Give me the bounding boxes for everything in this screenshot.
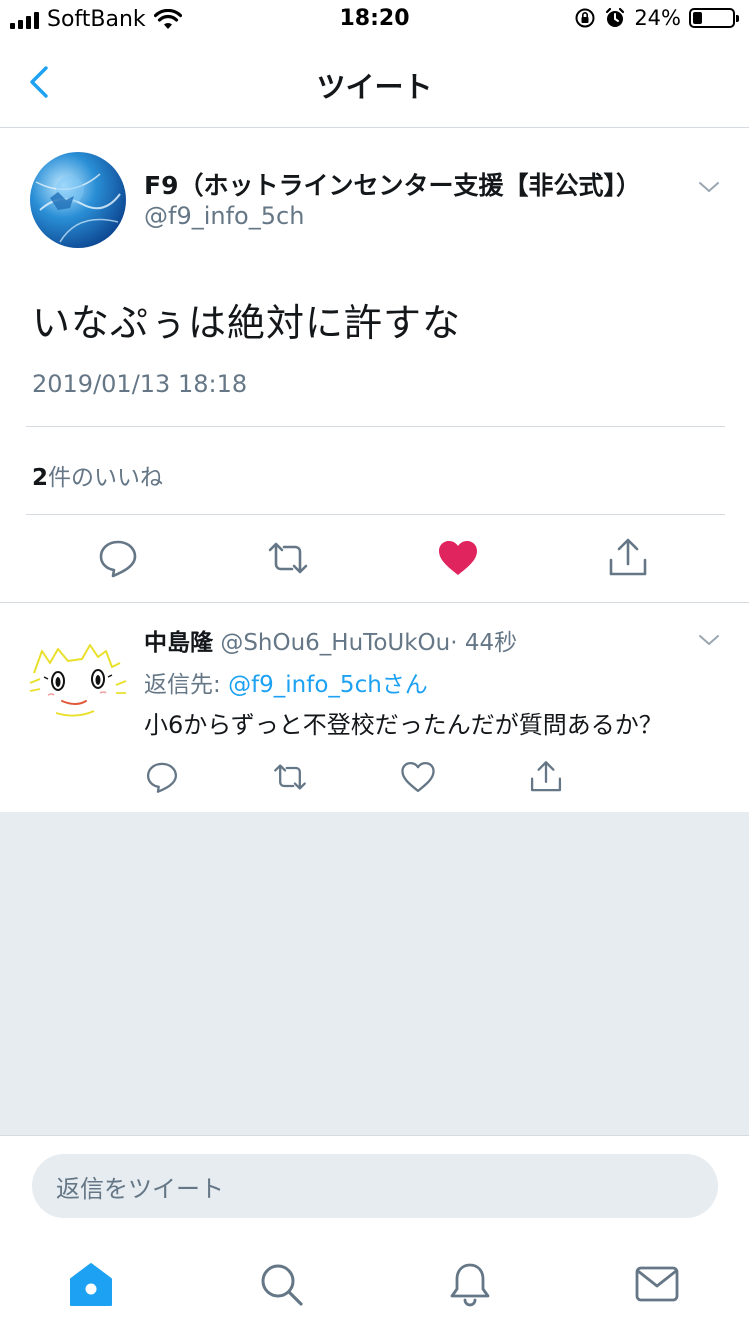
reply-input[interactable]: 返信をツイート [32, 1154, 718, 1218]
reply-icon[interactable] [144, 759, 180, 795]
tweet-actions [0, 532, 749, 586]
reply-text: 小6からずっと不登校だったんだが質問あるか？ [144, 711, 663, 739]
chevron-down-icon[interactable] [694, 172, 724, 202]
orientation-lock-icon [575, 8, 595, 28]
share-icon[interactable] [606, 536, 650, 580]
tweet-text: いなぷぅは絶対に許すな [32, 301, 462, 345]
reply-icon[interactable] [96, 536, 140, 580]
divider [26, 426, 725, 427]
navigation-bar: ツイート [0, 40, 749, 128]
avatar[interactable] [30, 152, 126, 248]
retweet-icon[interactable] [272, 759, 308, 795]
likes-number: 2 [32, 465, 49, 491]
author-name[interactable]: F9（ホットラインセンター支援【非公式】） [144, 166, 641, 202]
reply-to-line: 返信先: @f9_info_5chさん [144, 665, 428, 699]
page-title: ツイート [316, 70, 433, 104]
divider [26, 514, 725, 515]
heart-icon[interactable] [436, 536, 480, 580]
notifications-icon[interactable] [447, 1261, 493, 1307]
heart-icon[interactable] [400, 759, 436, 795]
likes-label: 件のいいね [48, 465, 164, 491]
avatar[interactable] [28, 623, 128, 723]
reply-header: 中島隆 @ShOu6_HuToUkOu· 44秒 [144, 623, 517, 657]
alarm-icon [606, 7, 625, 27]
reply-composer: 返信をツイート [0, 1135, 749, 1235]
reply-author-handle[interactable]: @ShOu6_HuToUkOu [220, 630, 450, 656]
search-icon[interactable] [258, 1261, 304, 1307]
main-tweet: F9（ホットラインセンター支援【非公式】） @f9_info_5ch いなぷぅは… [0, 128, 749, 603]
empty-area [0, 813, 749, 1135]
messages-icon[interactable] [634, 1261, 680, 1307]
reply-to-handle[interactable]: @f9_info_5chさん [228, 672, 428, 698]
author-handle[interactable]: @f9_info_5ch [144, 202, 304, 230]
status-bar: SoftBank 18:20 24% [0, 0, 749, 40]
home-icon[interactable] [68, 1261, 114, 1307]
reply-tweet[interactable]: 中島隆 @ShOu6_HuToUkOu· 44秒 返信先: @f9_info_5… [0, 603, 749, 813]
tweet-timestamp: 2019/01/13 18:18 [32, 370, 248, 398]
battery-percent: 24% [634, 6, 681, 30]
battery-icon [689, 8, 739, 28]
reply-author-name[interactable]: 中島隆 [144, 630, 213, 656]
share-icon[interactable] [528, 759, 564, 795]
likes-count[interactable]: 2件のいいね [32, 458, 163, 492]
reply-to-prefix: 返信先: [144, 672, 229, 698]
tab-bar [0, 1235, 749, 1331]
chevron-down-icon[interactable] [694, 625, 724, 655]
reply-time: · 44秒 [450, 630, 518, 656]
retweet-icon[interactable] [266, 536, 310, 580]
